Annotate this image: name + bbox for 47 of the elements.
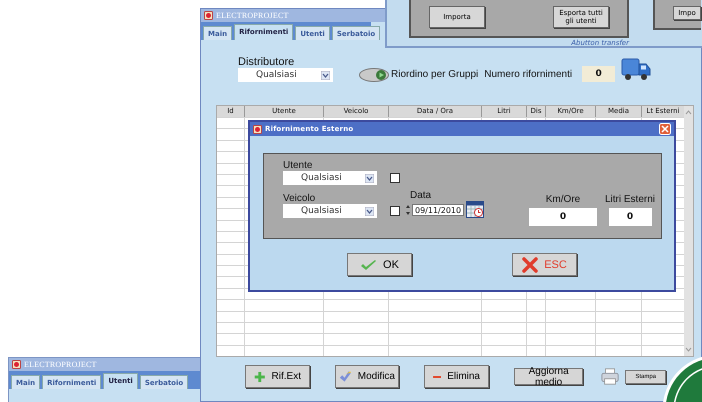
dropdown[interactable]: Qualsiasi <box>238 68 333 82</box>
dropdown-value: Qualsiasi <box>301 173 342 183</box>
dropdown-value: Qualsiasi <box>256 70 297 80</box>
scroll-up-icon <box>685 109 692 116</box>
date-field[interactable]: 09/11/2010 <box>412 204 464 216</box>
add-button[interactable]: Rif.Ext <box>245 365 310 388</box>
printer-icon <box>601 367 620 386</box>
field-label: Veicolo <box>283 193 316 204</box>
truck-icon <box>621 56 652 82</box>
liters-field[interactable]: 0 <box>608 208 652 226</box>
minus-icon <box>433 374 442 378</box>
app-icon <box>253 124 262 134</box>
check-icon <box>360 258 378 272</box>
app-icon <box>204 11 213 20</box>
badge-drawing <box>662 354 702 402</box>
window-title: ELECTROPROJECT <box>216 11 289 20</box>
edit-button[interactable]: Modifica <box>335 365 399 388</box>
scroll-down-icon <box>685 346 692 353</box>
field-label: Litri Esterni <box>605 194 656 205</box>
count-field: 0 <box>582 66 616 82</box>
dropdown[interactable]: Qualsiasi <box>283 204 377 218</box>
button[interactable]: Aggiorna medio <box>514 368 584 385</box>
checkbox[interactable] <box>390 206 400 216</box>
cross-icon <box>522 256 538 272</box>
ok-button[interactable]: OK <box>347 253 412 276</box>
button-label: Riordino per Gruppi <box>391 68 478 80</box>
field-label: Utente <box>283 160 314 171</box>
km-field[interactable]: 0 <box>529 208 597 226</box>
field-label: Distributore <box>238 56 296 68</box>
field-label: Data <box>410 190 432 201</box>
dropdown-value: Qualsiasi <box>301 206 342 216</box>
window-title: ELECTROPROJECT <box>24 360 97 369</box>
spinner-icon <box>406 204 410 216</box>
toggle-button-icon <box>359 68 389 82</box>
dropdown-caret-icon <box>365 206 374 216</box>
dropdown-caret-icon <box>321 70 330 80</box>
dropdown[interactable]: Qualsiasi <box>283 171 377 185</box>
scrollbar[interactable] <box>684 106 693 356</box>
pencil-check-icon <box>339 369 352 384</box>
close-icon <box>659 123 671 135</box>
calendar-icon <box>466 201 484 218</box>
field-label: Numero rifornimenti <box>484 69 572 80</box>
field-label: Km/Ore <box>546 194 580 205</box>
app-icon <box>12 360 21 369</box>
checkbox[interactable] <box>390 173 400 183</box>
delete-button[interactable]: Elimina <box>424 365 489 388</box>
dropdown-caret-icon <box>365 174 374 182</box>
